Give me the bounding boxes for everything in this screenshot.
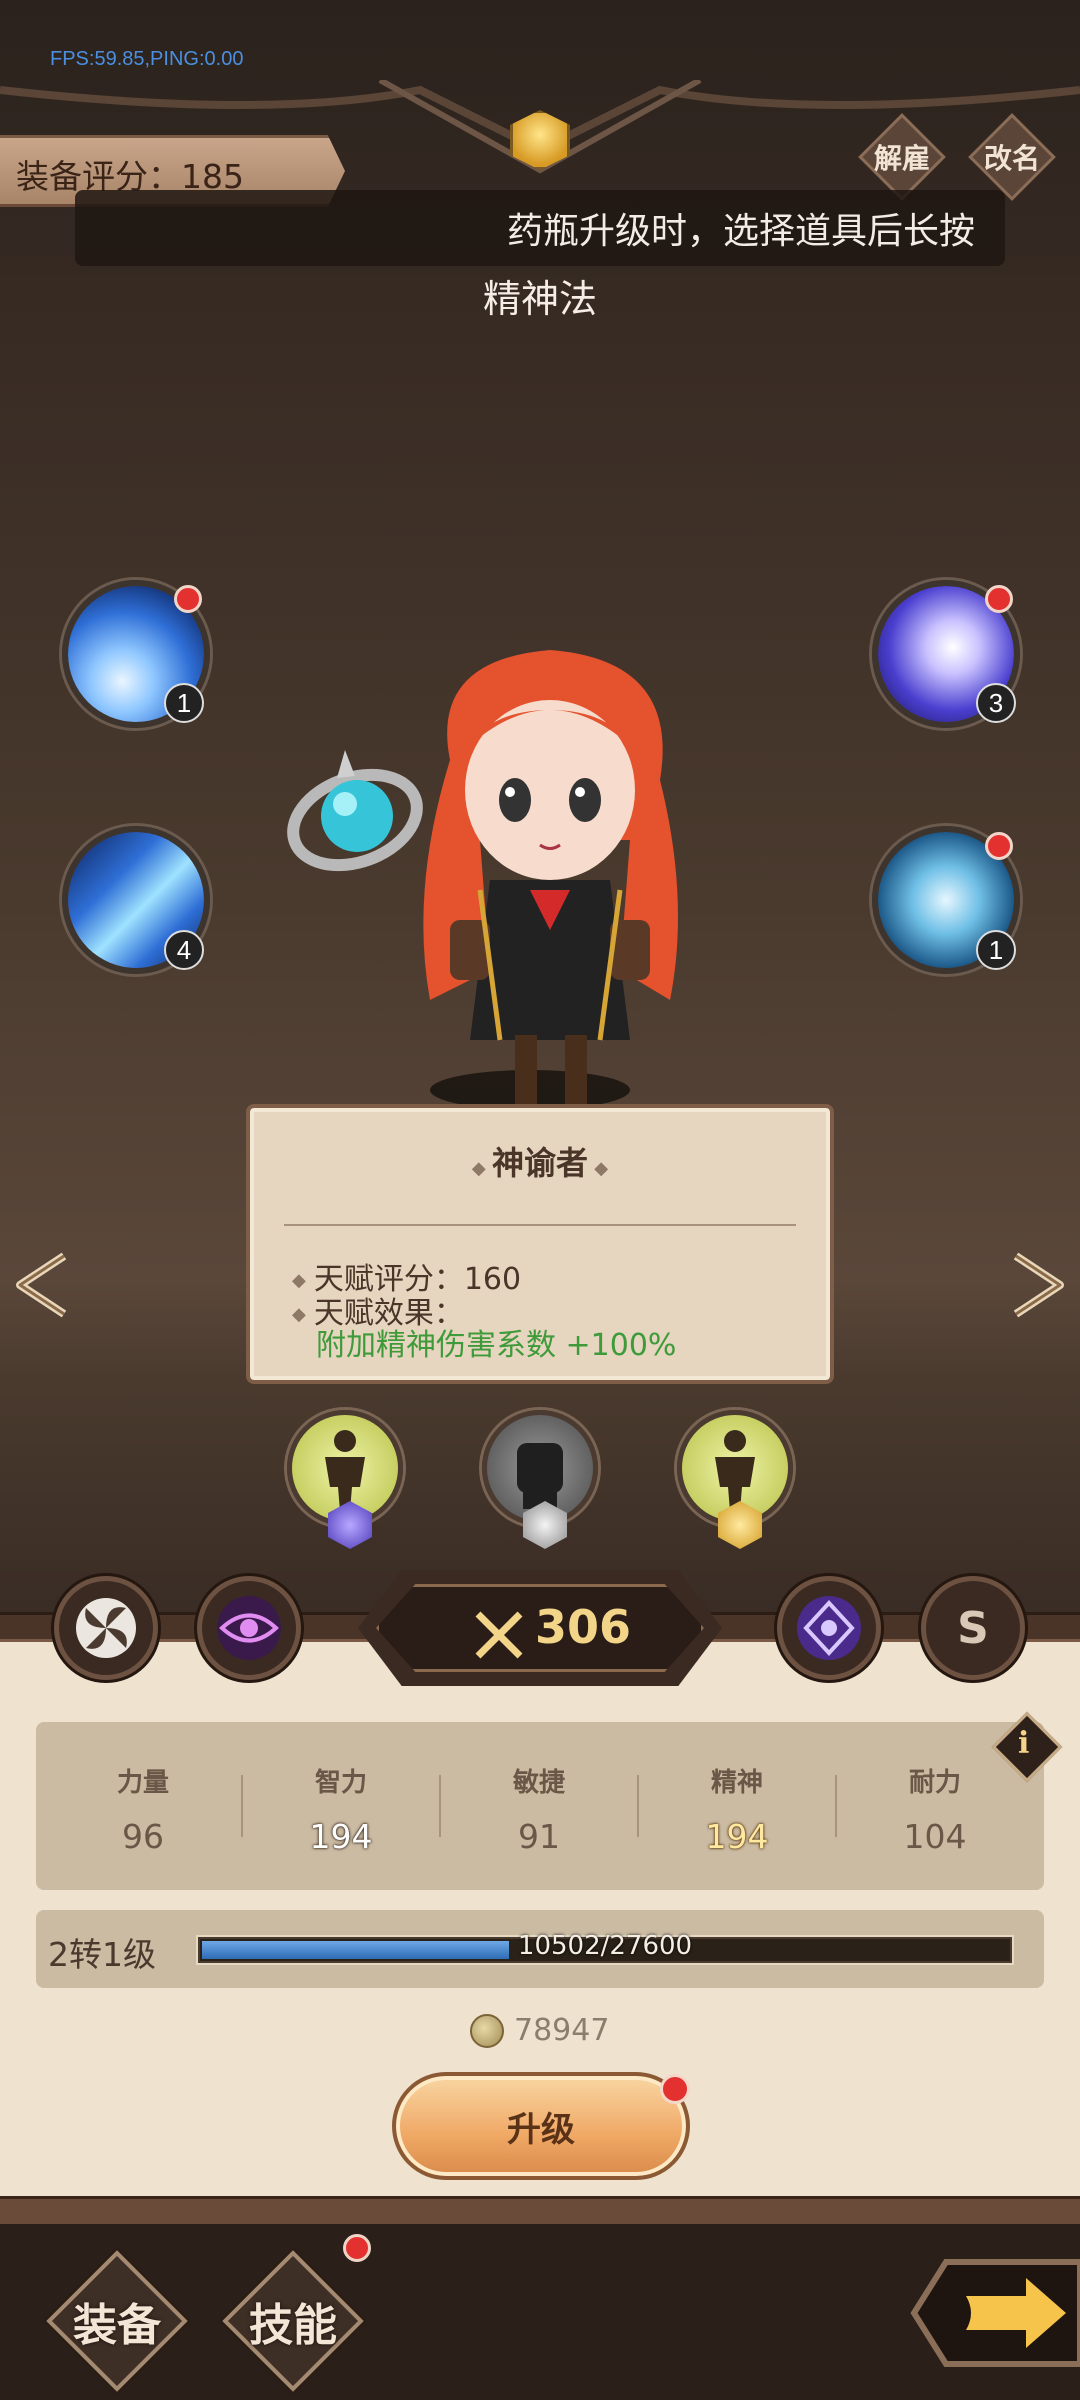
- stat-strength: 力量 96: [44, 1762, 242, 1856]
- talent-title: ◆ 神谕者 ◆: [471, 1144, 609, 1182]
- stat-label: 智力: [314, 1768, 367, 1798]
- equip-tab[interactable]: 装备: [44, 2248, 190, 2394]
- stat-stamina: 耐力 104: [836, 1762, 1034, 1856]
- skill-ice-shard-count: 4: [164, 930, 204, 970]
- stat-label: 耐力: [908, 1768, 961, 1798]
- talent-divider: [284, 1224, 796, 1226]
- coin-icon: [470, 2013, 504, 2048]
- talent-card: ◆ 神谕者 ◆ ◆ 天赋评分：160 ◆ 天赋效果： 附加精神伤害系数 +100%: [246, 1104, 834, 1384]
- skills-tab[interactable]: 技能: [220, 2248, 366, 2394]
- xp-text: 10502/27600: [517, 1931, 693, 1961]
- talent-node-right[interactable]: [677, 1410, 793, 1549]
- rune-icon: [797, 1596, 861, 1660]
- stat-value: 194: [705, 1817, 769, 1856]
- skills-tab-label: 技能: [249, 2300, 337, 2351]
- class-name: 精神法: [482, 277, 597, 321]
- stat-spirit: 精神 194: [638, 1762, 836, 1856]
- currency-value: 78947: [514, 2013, 610, 2048]
- info-icon: i: [1018, 1726, 1030, 1761]
- skills-tab-alert: [343, 2234, 371, 2262]
- skill-frost-golem-count: 1: [976, 930, 1016, 970]
- hint-toast: 药瓶升级时，选择道具后长按: [75, 190, 1005, 266]
- prev-hero-arrow[interactable]: [12, 1250, 72, 1320]
- eye-button[interactable]: [197, 1576, 301, 1680]
- hint-text: 药瓶升级时，选择道具后长按: [506, 211, 975, 252]
- power-value: 306: [535, 1600, 632, 1654]
- currency-row: 78947: [470, 2013, 609, 2048]
- dismiss-label: 解雇: [873, 142, 930, 175]
- dismiss-button[interactable]: 解雇: [858, 113, 946, 201]
- fps-readout: FPS:59.85,PING:0.00: [50, 48, 244, 70]
- talent-node-left[interactable]: [287, 1410, 403, 1549]
- upgrade-alert: [660, 2074, 690, 2104]
- stat-label: 敏捷: [512, 1768, 565, 1798]
- spiral-button[interactable]: [54, 1576, 158, 1680]
- skill-lightning-count: 1: [164, 683, 204, 723]
- skill-sprint-count: 3: [976, 683, 1016, 723]
- next-hero-arrow[interactable]: [1008, 1250, 1068, 1320]
- rune-button[interactable]: [777, 1576, 881, 1680]
- stat-value: 194: [309, 1817, 373, 1856]
- bottom-strip: [0, 2196, 1080, 2224]
- stat-intelligence: 智力 194: [242, 1762, 440, 1856]
- equip-tab-label: 装备: [73, 2300, 161, 2351]
- stat-agility: 敏捷 91: [440, 1762, 638, 1856]
- rename-label: 改名: [983, 142, 1040, 175]
- upgrade-label: 升级: [507, 2109, 575, 2150]
- rename-button[interactable]: 改名: [968, 113, 1056, 201]
- stat-value: 96: [122, 1817, 164, 1856]
- crossed-swords-icon: [475, 1611, 523, 1659]
- upgrade-button[interactable]: 升级: [392, 2072, 690, 2180]
- talent-effect-text: 附加精神伤害系数 +100%: [316, 1328, 677, 1363]
- skill-sprint-alert: [985, 585, 1013, 613]
- s-rank-label: S: [957, 1602, 989, 1654]
- s-rank-button[interactable]: S: [921, 1576, 1025, 1680]
- eye-icon: [217, 1596, 281, 1660]
- stat-value: 91: [518, 1817, 560, 1856]
- hero-screen: FPS:59.85,PING:0.00 装备评分：185 解雇 改名 药瓶升级时…: [0, 0, 1080, 2400]
- stat-label: 力量: [116, 1768, 169, 1798]
- skill-lightning-alert: [174, 585, 202, 613]
- talent-node-center[interactable]: [482, 1410, 598, 1549]
- spiral-icon: [76, 1598, 136, 1658]
- hero-character: [423, 650, 678, 1105]
- stat-value: 104: [903, 1817, 967, 1856]
- skill-frost-golem-alert: [985, 832, 1013, 860]
- return-button[interactable]: [906, 2256, 1080, 2370]
- level-label: 2转1级: [48, 1935, 156, 1974]
- stat-label: 精神: [710, 1768, 763, 1798]
